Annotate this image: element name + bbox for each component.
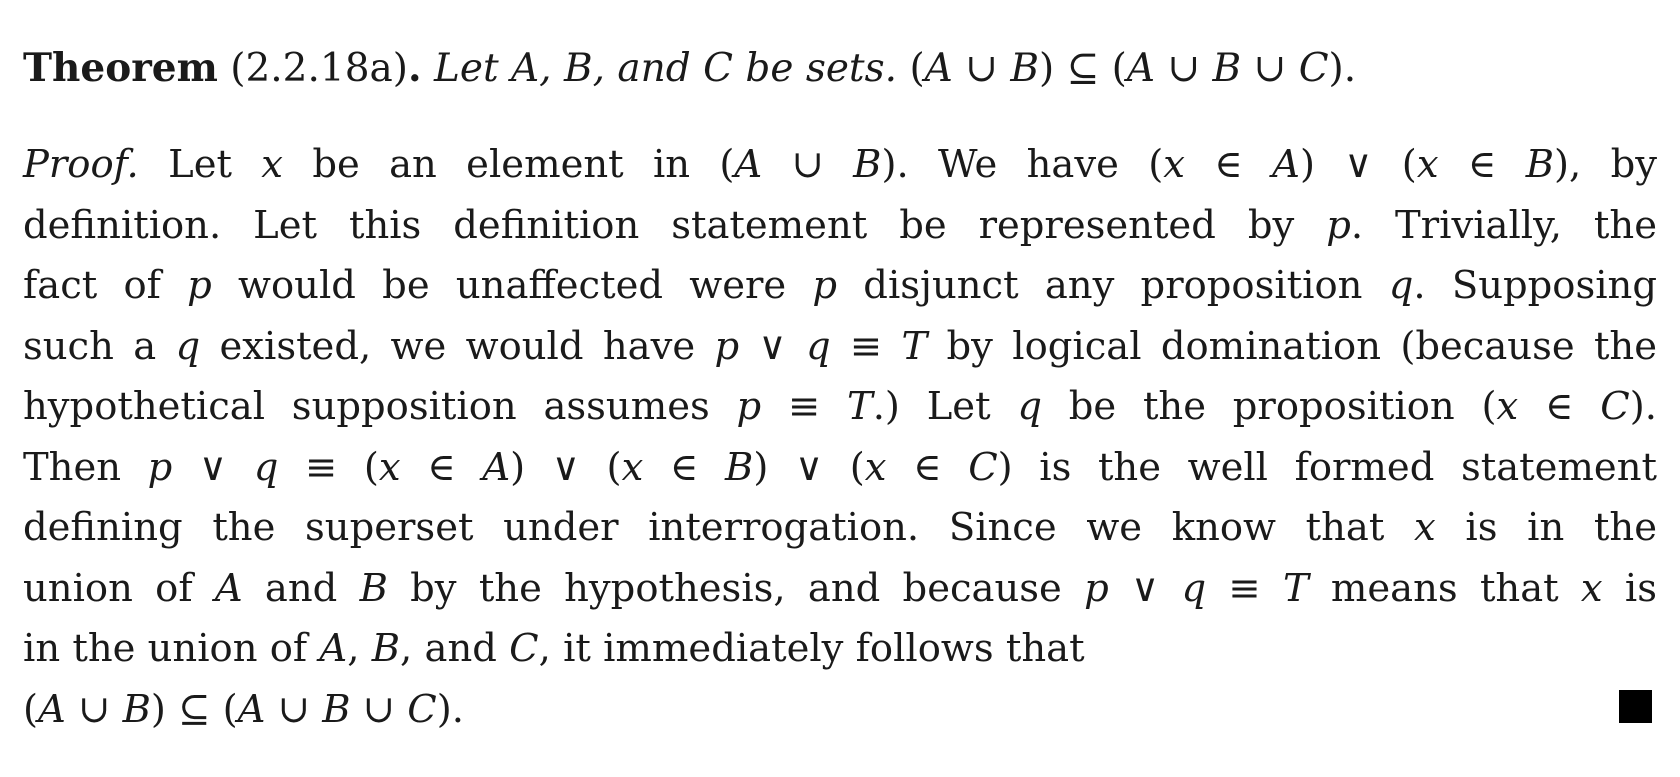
proof-label: Proof. [23,142,139,187]
proof-line: Proof. Let x be an element in (A ∪ B). W… [23,135,1657,196]
proof-line: union of A and B by the hypothesis, and … [23,565,1657,611]
theorem-period: . [407,45,422,91]
theorem-label: Theorem [23,45,218,91]
theorem-statement: Theorem (2.2.18a). Let A, B, and C be se… [23,38,1657,98]
qed-symbol [1619,690,1652,723]
theorem-conclusion: (A ∪ B) ⊆ (A ∪ B ∪ C). [909,46,1357,91]
proof-line: defining the superset under interrogatio… [23,505,1657,550]
proof-line: fact of p would be unaffected were p dis… [23,263,1657,308]
proof-line-text: Let x be an element in (A ∪ B). We have … [168,142,1657,187]
proof-line: in the union of A, B, and C, it immediat… [23,626,1085,671]
proof-line-conclusion: (A ∪ B) ⊆ (A ∪ B ∪ C). [23,686,465,732]
proof-line: hypothetical supposition assumes p ≡ T.)… [23,384,1657,429]
proof-block: Proof. Let x be an element in (A ∪ B). W… [23,135,1657,740]
theorem-number: (2.2.18a) [230,46,408,91]
document-page: Theorem (2.2.18a). Let A, B, and C be se… [23,0,1657,777]
proof-line: definition. Let this definition statemen… [23,202,1657,248]
proof-line: Then p ∨ q ≡ (x ∈ A) ∨ (x ∈ B) ∨ (x ∈ C)… [23,444,1657,490]
theorem-hypothesis: Let A, B, and C be sets. [433,46,898,91]
proof-line: such a q existed, we would have p ∨ q ≡ … [23,323,1658,369]
